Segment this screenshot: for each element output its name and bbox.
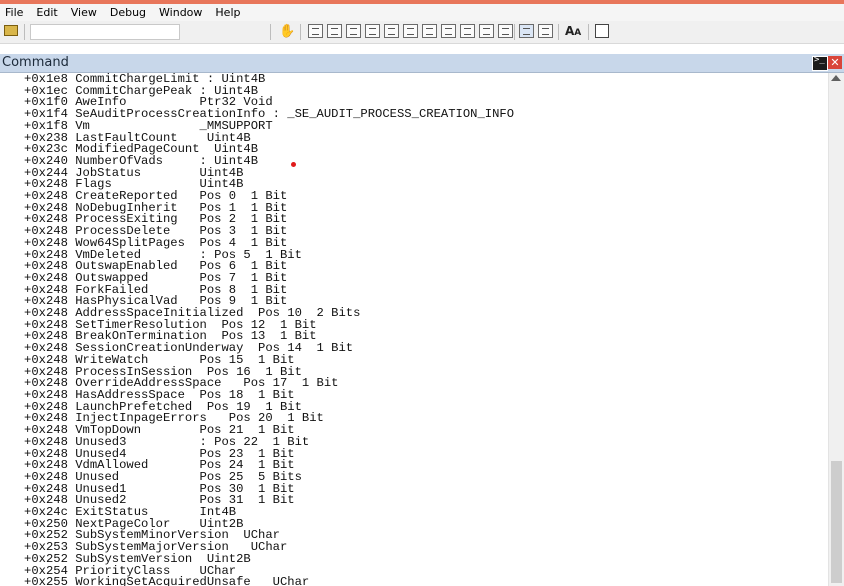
toolbar-separator: [558, 24, 559, 40]
call-stack-window-button[interactable]: [403, 24, 418, 38]
source-mode-toggle[interactable]: [519, 24, 534, 38]
scroll-up-icon[interactable]: [831, 75, 841, 81]
toolbar-separator: [588, 24, 589, 40]
watch-window-button[interactable]: [327, 24, 342, 38]
processes-threads-button[interactable]: [460, 24, 475, 38]
disassembly-window-button[interactable]: [422, 24, 437, 38]
hand-icon[interactable]: ✋: [279, 24, 295, 39]
toolbar: ✋ AA: [0, 21, 844, 44]
command-window-button[interactable]: [308, 24, 323, 38]
menu-help[interactable]: Help: [210, 6, 248, 19]
command-window-icon[interactable]: [812, 55, 828, 71]
source-button[interactable]: [498, 24, 513, 38]
scroll-thumb[interactable]: [831, 461, 842, 583]
command-output[interactable]: +0x1e8 CommitChargeLimit : Uint4B +0x1ec …: [0, 73, 828, 586]
command-panel-titlebar: Command ✕: [0, 54, 844, 73]
menu-window[interactable]: Window: [154, 6, 210, 19]
vertical-scrollbar[interactable]: [828, 73, 844, 586]
toolbar-separator: [24, 24, 25, 40]
options-icon[interactable]: [595, 24, 609, 38]
red-dot-marker: [291, 162, 296, 167]
hex-mode-button[interactable]: [538, 24, 553, 38]
font-size-icon[interactable]: AA: [565, 24, 581, 38]
scratch-pad-button[interactable]: [441, 24, 456, 38]
panel-title: Command: [2, 55, 69, 70]
menu-view[interactable]: View: [66, 6, 105, 19]
locals-window-button[interactable]: [346, 24, 361, 38]
menu-file[interactable]: File: [0, 6, 31, 19]
registers-window-button[interactable]: [365, 24, 380, 38]
toolbar-separator: [270, 24, 271, 40]
output-lines: +0x1e8 CommitChargeLimit : Uint4B +0x1ec …: [24, 73, 514, 586]
close-icon[interactable]: ✕: [828, 56, 842, 69]
source-mode-button[interactable]: [479, 24, 494, 38]
toolbar-separator: [300, 24, 301, 40]
memory-window-button[interactable]: [384, 24, 399, 38]
menu-bar: File Edit View Debug Window Help: [0, 4, 844, 21]
toolbar-separator: [514, 24, 515, 40]
output-line: +0x255 WorkingSetAcquiredUnsafe UChar: [24, 575, 310, 586]
menu-debug[interactable]: Debug: [105, 6, 154, 19]
folder-open-icon[interactable]: [4, 25, 18, 36]
menu-edit[interactable]: Edit: [31, 6, 65, 19]
toolbar-combo[interactable]: [30, 24, 180, 40]
